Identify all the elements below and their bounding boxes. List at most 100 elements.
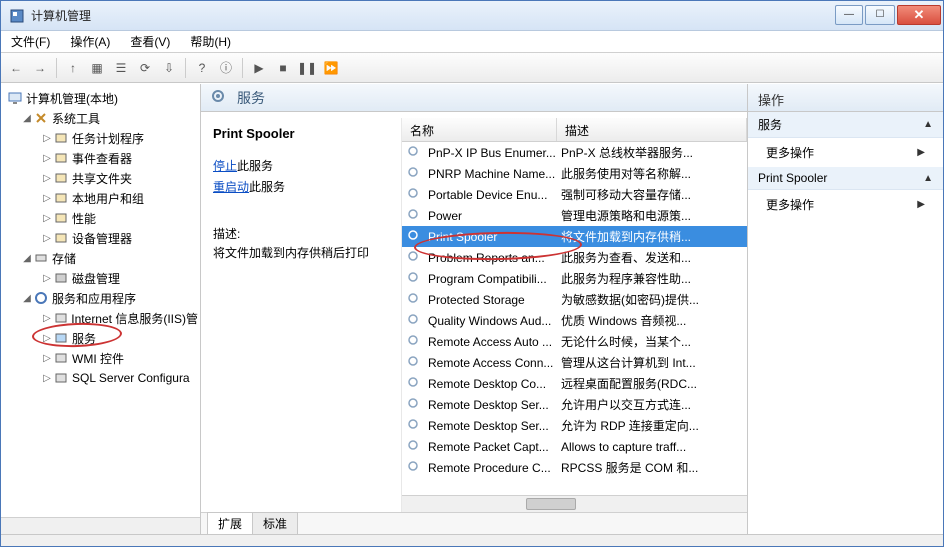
service-row[interactable]: Print Spooler将文件加载到内存供稍... — [402, 226, 747, 247]
stop-button[interactable]: ■ — [272, 57, 294, 79]
menu-file[interactable]: 文件(F) — [7, 31, 54, 52]
list-header: 名称 描述 — [402, 118, 747, 142]
gear-icon — [406, 165, 424, 182]
maximize-button[interactable]: ☐ — [865, 5, 895, 25]
horizontal-scrollbar[interactable] — [402, 495, 747, 512]
service-list[interactable]: PnP-X IP Bus Enumer...PnP-X 总线枚举器服务...PN… — [402, 142, 747, 495]
service-row[interactable]: Problem Reports an...此服务为查看、发送和... — [402, 247, 747, 268]
service-row[interactable]: Remote Access Auto ...无论什么时候，当某个... — [402, 331, 747, 352]
center-title: 服务 — [237, 88, 265, 108]
column-name[interactable]: 名称 — [402, 118, 557, 141]
tree-storage[interactable]: ◢ 存储 — [3, 248, 198, 268]
restart-link[interactable]: 重启动 — [213, 180, 249, 194]
actions-section-selected[interactable]: Print Spooler ▲ — [748, 167, 943, 190]
gear-icon — [406, 396, 424, 413]
expand-icon[interactable]: ▷ — [41, 233, 53, 244]
service-row[interactable]: Remote Desktop Ser...允许为 RDP 连接重定向... — [402, 415, 747, 436]
tree-item[interactable]: ▷共享文件夹 — [3, 168, 198, 188]
expand-icon[interactable]: ▷ — [41, 273, 53, 284]
service-row[interactable]: PnP-X IP Bus Enumer...PnP-X 总线枚举器服务... — [402, 142, 747, 163]
actions-more-2[interactable]: 更多操作 ▶ — [748, 190, 943, 219]
pause-button[interactable]: ❚❚ — [296, 57, 318, 79]
tree-item[interactable]: ▷服务 — [3, 328, 198, 348]
close-button[interactable]: ✕ — [897, 5, 941, 25]
tab-standard[interactable]: 标准 — [252, 512, 298, 534]
menubar: 文件(F) 操作(A) 查看(V) 帮助(H) — [1, 31, 943, 53]
gear-icon — [211, 89, 231, 106]
stop-link[interactable]: 停止 — [213, 159, 237, 173]
service-row[interactable]: Power管理电源策略和电源策... — [402, 205, 747, 226]
service-row[interactable]: Remote Desktop Co...远程桌面配置服务(RDC... — [402, 373, 747, 394]
submenu-arrow-icon: ▶ — [917, 147, 925, 158]
tree-pane[interactable]: 计算机管理(本地) ◢ 系统工具 ▷任务计划程序▷事件查看器▷共享文件夹▷本地用… — [1, 84, 201, 534]
gear-icon — [406, 438, 424, 455]
expand-icon[interactable]: ▷ — [41, 313, 53, 324]
start-button[interactable]: ▶ — [248, 57, 270, 79]
expand-icon[interactable]: ▷ — [41, 333, 53, 344]
minimize-button[interactable]: — — [835, 5, 863, 25]
gear-icon — [406, 270, 424, 287]
expand-icon[interactable]: ▷ — [41, 193, 53, 204]
storage-icon — [33, 250, 49, 266]
tab-extended[interactable]: 扩展 — [207, 512, 253, 534]
gear-icon — [406, 207, 424, 224]
column-desc[interactable]: 描述 — [557, 118, 747, 141]
service-row[interactable]: Portable Device Enu...强制可移动大容量存储... — [402, 184, 747, 205]
collapse-icon[interactable]: ◢ — [21, 293, 33, 304]
up-button[interactable]: ↑ — [62, 57, 84, 79]
tree-svcapps[interactable]: ◢ 服务和应用程序 — [3, 288, 198, 308]
node-icon — [53, 210, 69, 226]
service-row[interactable]: Remote Access Conn...管理从这台计算机到 Int... — [402, 352, 747, 373]
expand-icon[interactable]: ▷ — [41, 173, 53, 184]
export-button[interactable]: ⇩ — [158, 57, 180, 79]
tree-root[interactable]: 计算机管理(本地) — [3, 88, 198, 108]
tree-item[interactable]: ▷设备管理器 — [3, 228, 198, 248]
tree-item[interactable]: ▷SQL Server Configura — [3, 368, 198, 388]
expand-icon[interactable]: ▷ — [41, 373, 53, 384]
collapse-icon[interactable]: ◢ — [21, 113, 33, 124]
back-button[interactable]: ← — [5, 57, 27, 79]
node-icon — [53, 270, 69, 286]
service-row[interactable]: PNRP Machine Name...此服务使用对等名称解... — [402, 163, 747, 184]
expand-icon[interactable]: ▷ — [41, 153, 53, 164]
window-title: 计算机管理 — [31, 7, 835, 24]
restart-button[interactable]: ⏩ — [320, 57, 342, 79]
collapse-icon[interactable]: ◢ — [21, 253, 33, 264]
expand-icon[interactable]: ▷ — [41, 353, 53, 364]
tree-item[interactable]: ▷Internet 信息服务(IIS)管 — [3, 308, 198, 328]
scroll-thumb[interactable] — [526, 498, 576, 510]
actions-more-1[interactable]: 更多操作 ▶ — [748, 138, 943, 167]
list-button[interactable]: ☰ — [110, 57, 132, 79]
gear-icon — [406, 333, 424, 350]
refresh-button[interactable]: ⟳ — [134, 57, 156, 79]
gear-icon — [406, 417, 424, 434]
expand-icon[interactable]: ▷ — [41, 133, 53, 144]
help-button[interactable]: ? — [191, 57, 213, 79]
service-row[interactable]: Quality Windows Aud...优质 Windows 音频视... — [402, 310, 747, 331]
tree-item[interactable]: ▷事件查看器 — [3, 148, 198, 168]
center-pane: 服务 Print Spooler 停止此服务 重启动此服务 描述: 将文件加载到… — [201, 84, 748, 534]
menu-help[interactable]: 帮助(H) — [186, 31, 235, 52]
service-row[interactable]: Remote Procedure C...RPCSS 服务是 COM 和... — [402, 457, 747, 478]
actions-section-services[interactable]: 服务 ▲ — [748, 112, 943, 138]
info-button[interactable]: ⓘ — [215, 57, 237, 79]
forward-button[interactable]: → — [29, 57, 51, 79]
service-row[interactable]: Remote Packet Capt...Allows to capture t… — [402, 436, 747, 457]
properties-button[interactable]: ▦ — [86, 57, 108, 79]
tree-item[interactable]: ▷本地用户和组 — [3, 188, 198, 208]
tree-item[interactable]: ▷WMI 控件 — [3, 348, 198, 368]
tree-systools[interactable]: ◢ 系统工具 — [3, 108, 198, 128]
gear-icon — [406, 228, 424, 245]
service-row[interactable]: Remote Desktop Ser...允许用户以交互方式连... — [402, 394, 747, 415]
tree-item[interactable]: ▷磁盘管理 — [3, 268, 198, 288]
service-row[interactable]: Protected Storage为敏感数据(如密码)提供... — [402, 289, 747, 310]
expand-icon[interactable]: ▷ — [41, 213, 53, 224]
tree-item[interactable]: ▷任务计划程序 — [3, 128, 198, 148]
tree-item[interactable]: ▷性能 — [3, 208, 198, 228]
titlebar: 计算机管理 — ☐ ✕ — [1, 1, 943, 31]
service-row[interactable]: Program Compatibili...此服务为程序兼容性助... — [402, 268, 747, 289]
menu-action[interactable]: 操作(A) — [66, 31, 114, 52]
services-icon — [33, 290, 49, 306]
gear-icon — [406, 186, 424, 203]
menu-view[interactable]: 查看(V) — [126, 31, 174, 52]
